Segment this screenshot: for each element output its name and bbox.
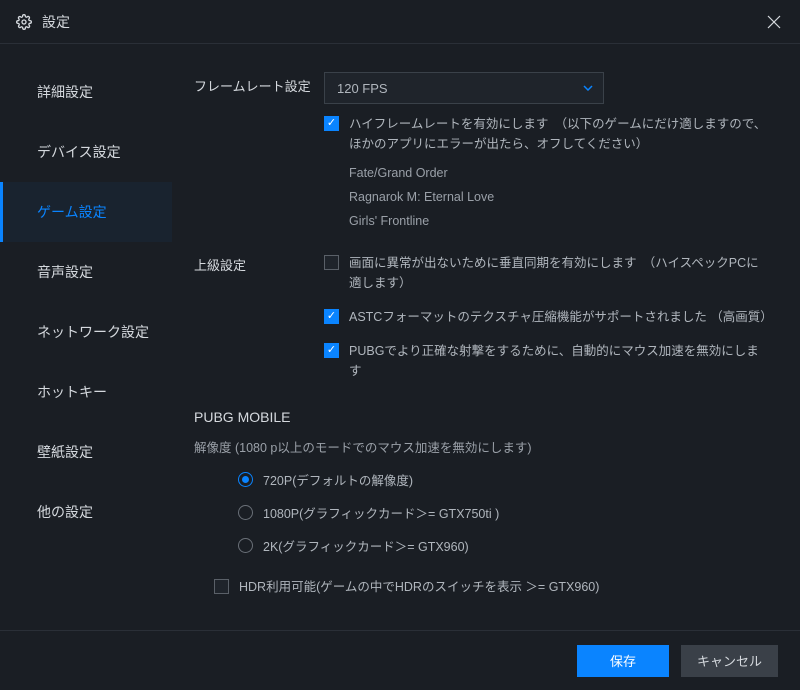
radio-icon [238, 538, 253, 553]
high-framerate-game-list: Fate/Grand OrderRagnarok M: Eternal Love… [349, 162, 770, 233]
sidebar: 詳細設定デバイス設定ゲーム設定音声設定ネットワーク設定ホットキー壁紙設定他の設定 [0, 44, 172, 630]
mouse-accel-text: PUBGでより正確な射撃をするために、自動的にマウス加速を無効にします [349, 341, 770, 381]
gear-icon [16, 14, 32, 30]
sidebar-item-3[interactable]: 音声設定 [0, 242, 172, 302]
high-framerate-text: ハイフレームレートを有効にします （以下のゲームにだけ適しますので、ほかのアプリ… [349, 114, 770, 154]
framerate-value: 120 FPS [337, 81, 388, 96]
sidebar-item-5[interactable]: ホットキー [0, 362, 172, 422]
pubg-resolution-note: 解像度 (1080 p以上のモードでのマウス加速を無効にします) [194, 437, 770, 456]
radio-label: 2K(グラフィックカード＞= GTX960) [263, 536, 469, 555]
footer: 保存 キャンセル [0, 630, 800, 690]
vsync-checkbox[interactable] [324, 255, 339, 270]
framerate-label: フレームレート設定 [194, 72, 324, 233]
sidebar-item-2[interactable]: ゲーム設定 [0, 182, 172, 242]
chevron-down-icon [583, 85, 593, 91]
titlebar: 設定 [0, 0, 800, 44]
resolution-option-2[interactable]: 2K(グラフィックカード＞= GTX960) [238, 536, 770, 555]
cancel-button[interactable]: キャンセル [681, 645, 778, 677]
content-pane: フレームレート設定 120 FPS ハイフレームレートを有効にします （以下のゲ… [172, 44, 800, 630]
resolution-option-1[interactable]: 1080P(グラフィックカード＞= GTX750ti ) [238, 503, 770, 522]
pubg-section-title: PUBG MOBILE [194, 409, 770, 425]
framerate-select[interactable]: 120 FPS [324, 72, 604, 104]
list-item: Ragnarok M: Eternal Love [349, 186, 770, 210]
sidebar-item-7[interactable]: 他の設定 [0, 482, 172, 542]
sidebar-item-4[interactable]: ネットワーク設定 [0, 302, 172, 362]
astc-checkbox[interactable] [324, 309, 339, 324]
astc-text: ASTCフォーマットのテクスチャ圧縮機能がサポートされました （高画質） [349, 307, 770, 327]
save-button[interactable]: 保存 [577, 645, 669, 677]
hdr-text: HDR利用可能(ゲームの中でHDRのスイッチを表示 ＞= GTX960) [239, 577, 599, 597]
radio-label: 1080P(グラフィックカード＞= GTX750ti ) [263, 503, 499, 522]
radio-label: 720P(デフォルトの解像度) [263, 470, 413, 489]
high-framerate-checkbox[interactable] [324, 116, 339, 131]
close-button[interactable] [764, 12, 784, 32]
advanced-label: 上級設定 [194, 251, 324, 381]
hdr-checkbox[interactable] [214, 579, 229, 594]
sidebar-item-0[interactable]: 詳細設定 [0, 62, 172, 122]
pubg-resolution-group: 720P(デフォルトの解像度) 1080P(グラフィックカード＞= GTX750t… [194, 470, 770, 555]
vsync-text: 画面に異常が出ないために垂直同期を有効にします （ハイスペックPCに適します） [349, 253, 770, 293]
window-title: 設定 [42, 12, 764, 32]
resolution-option-0[interactable]: 720P(デフォルトの解像度) [238, 470, 770, 489]
sidebar-item-6[interactable]: 壁紙設定 [0, 422, 172, 482]
mouse-accel-checkbox[interactable] [324, 343, 339, 358]
radio-icon [238, 505, 253, 520]
sidebar-item-1[interactable]: デバイス設定 [0, 122, 172, 182]
list-item: Girls' Frontline [349, 210, 770, 234]
list-item: Fate/Grand Order [349, 162, 770, 186]
radio-icon [238, 472, 253, 487]
